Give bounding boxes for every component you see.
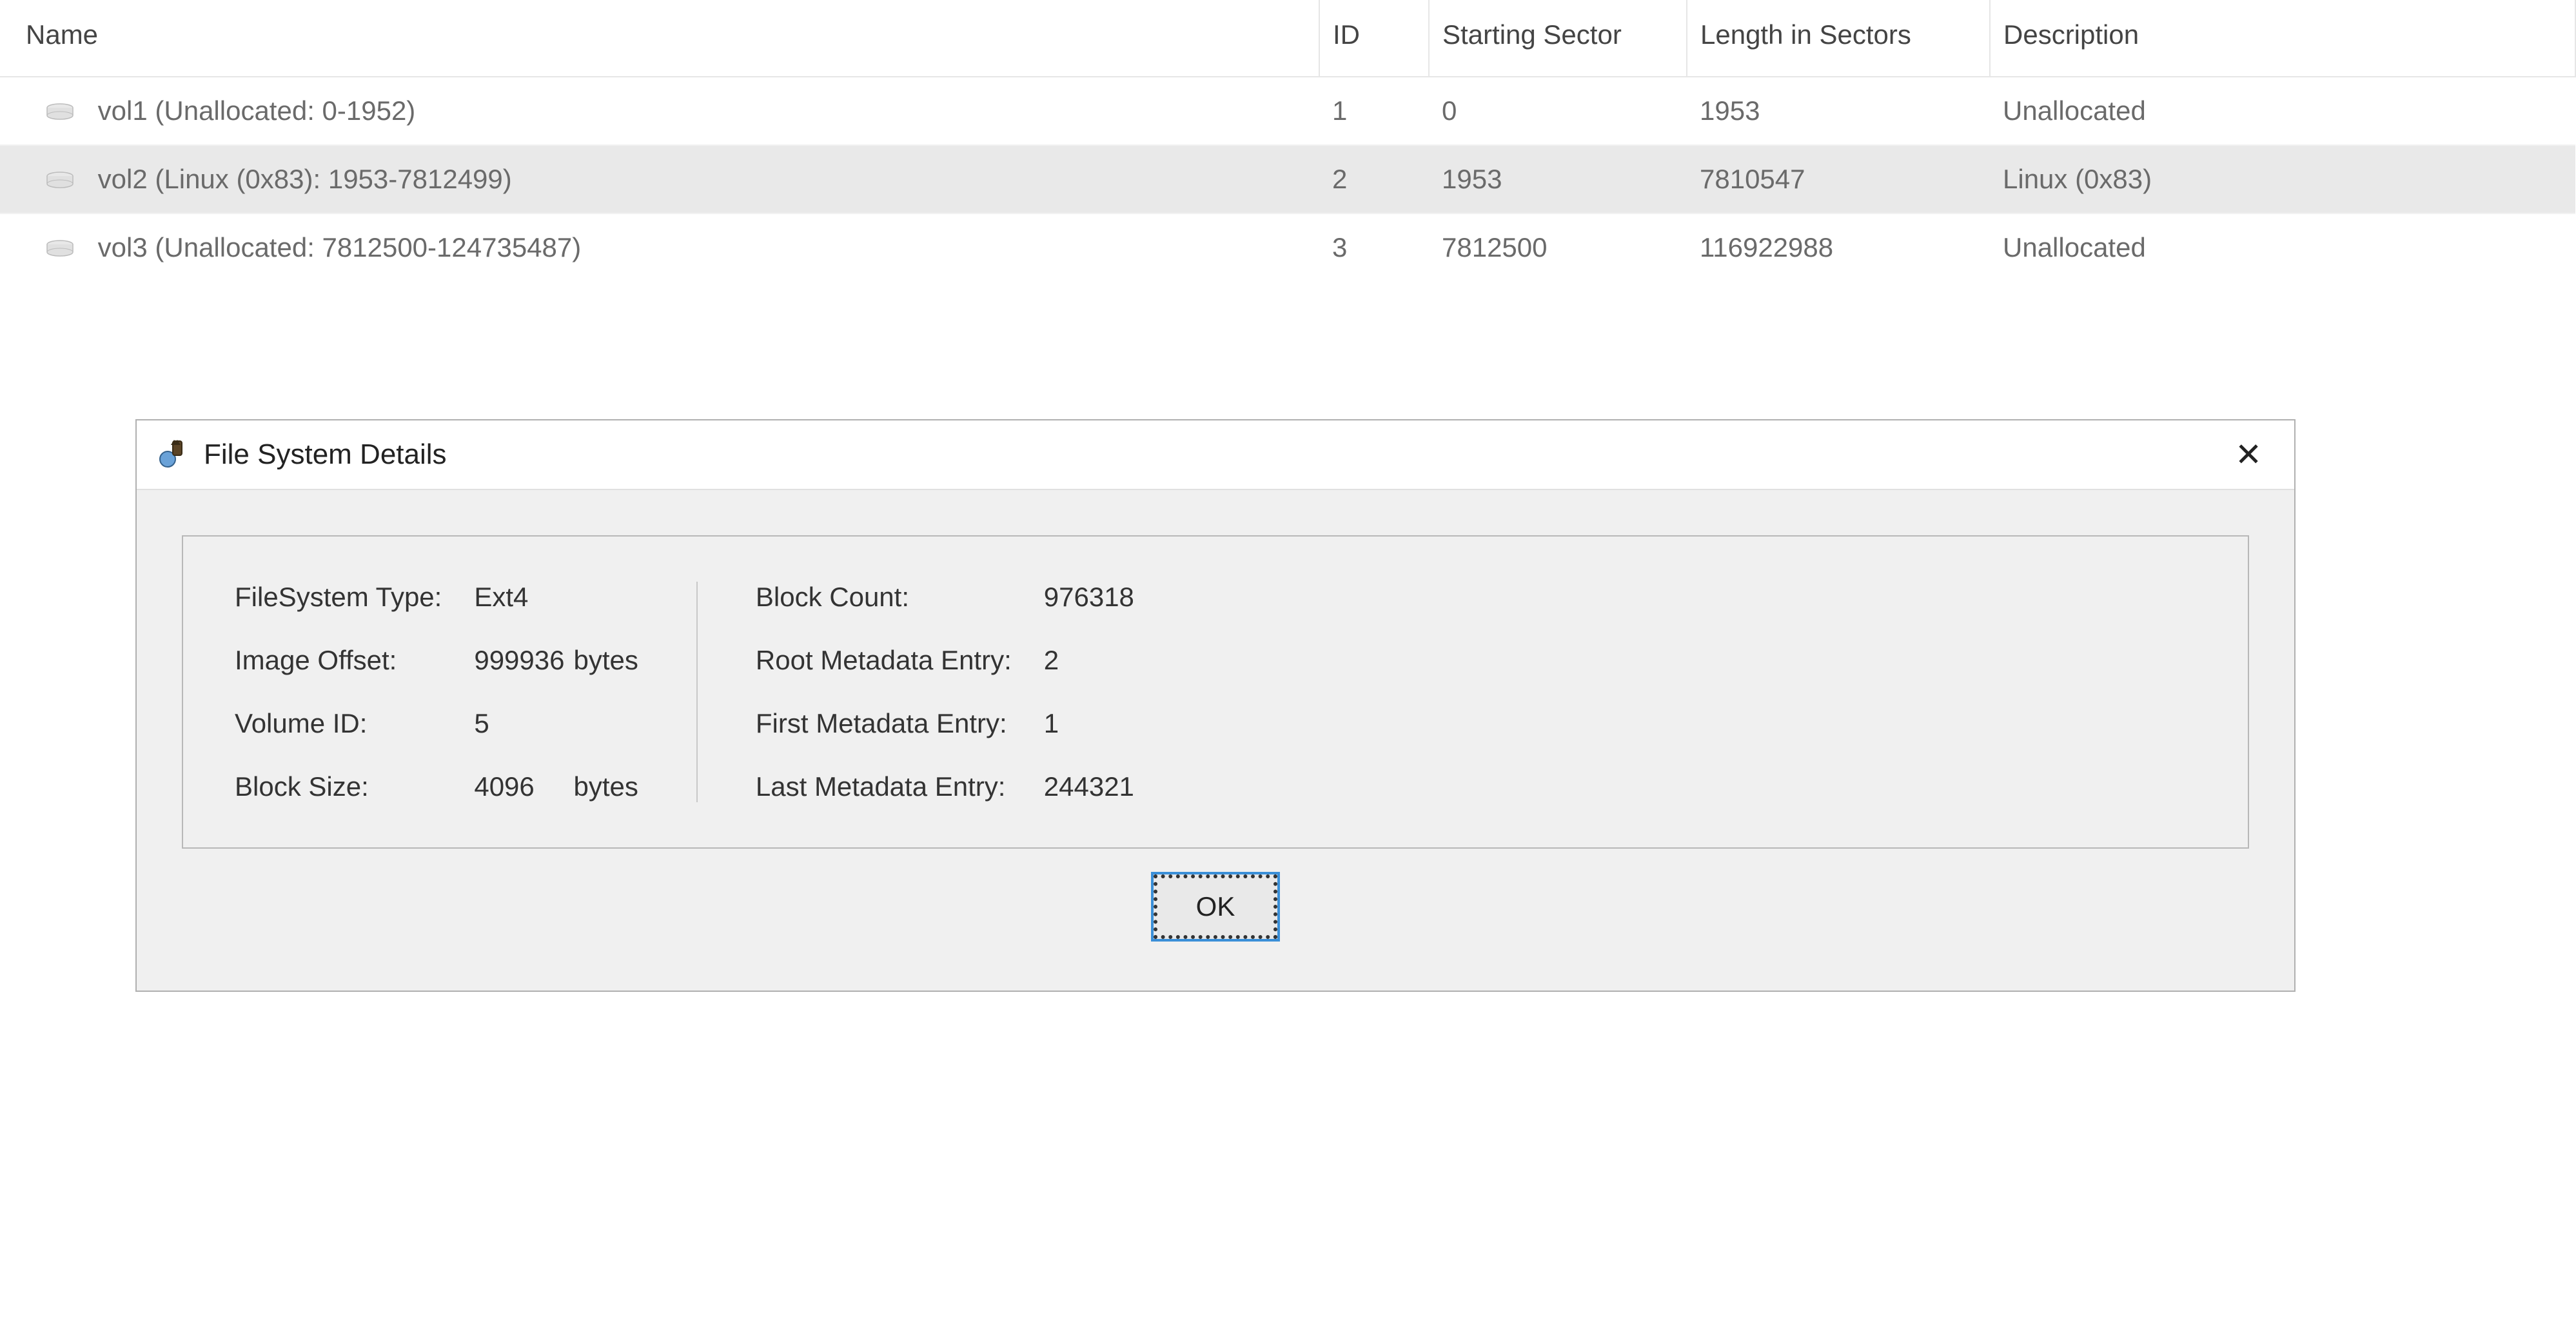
disk-icon bbox=[45, 171, 75, 192]
cell-start: 1953 bbox=[1429, 145, 1687, 213]
detail-label: Volume ID: bbox=[235, 708, 474, 739]
cell-length: 1953 bbox=[1687, 77, 1990, 145]
detail-label: Block Size: bbox=[235, 771, 474, 802]
dialog-body: FileSystem Type:Ext4Image Offset:999936b… bbox=[137, 490, 2294, 991]
col-header-start[interactable]: Starting Sector bbox=[1429, 0, 1687, 77]
cell-id: 3 bbox=[1319, 213, 1429, 281]
volume-name: vol1 (Unallocated: 0-1952) bbox=[98, 95, 416, 126]
table-row[interactable]: vol3 (Unallocated: 7812500-124735487) 378… bbox=[0, 213, 2575, 281]
dialog-titlebar[interactable]: File System Details ✕ bbox=[137, 420, 2294, 490]
cell-name: vol3 (Unallocated: 7812500-124735487) bbox=[0, 213, 1319, 281]
col-header-name[interactable]: Name bbox=[0, 0, 1319, 77]
detail-unit: bytes bbox=[574, 645, 638, 676]
volume-name: vol2 (Linux (0x83): 1953-7812499) bbox=[98, 164, 512, 194]
file-system-details-dialog: File System Details ✕ FileSystem Type:Ex… bbox=[135, 419, 2296, 992]
cell-length: 116922988 bbox=[1687, 213, 1990, 281]
table-header-row: Name ID Starting Sector Length in Sector… bbox=[0, 0, 2575, 77]
detail-label: Block Count: bbox=[756, 582, 1044, 613]
detail-label: Last Metadata Entry: bbox=[756, 771, 1044, 802]
detail-value: Ext4 bbox=[474, 582, 573, 613]
detail-value: 1 bbox=[1044, 708, 1143, 739]
table-row[interactable]: vol1 (Unallocated: 0-1952) 101953Unalloca… bbox=[0, 77, 2575, 145]
detail-label: Image Offset: bbox=[235, 645, 474, 676]
volume-table[interactable]: Name ID Starting Sector Length in Sector… bbox=[0, 0, 2576, 281]
col-header-desc[interactable]: Description bbox=[1990, 0, 2575, 77]
detail-value: 4096 bbox=[474, 771, 573, 802]
disk-icon bbox=[45, 103, 75, 123]
cell-length: 7810547 bbox=[1687, 145, 1990, 213]
detail-value: 244321 bbox=[1044, 771, 1143, 802]
cell-id: 2 bbox=[1319, 145, 1429, 213]
details-right-column: Block Count:976318 Root Metadata Entry:2 F… bbox=[756, 582, 1143, 802]
col-header-length[interactable]: Length in Sectors bbox=[1687, 0, 1990, 77]
close-icon[interactable]: ✕ bbox=[2222, 432, 2275, 477]
cell-desc: Linux (0x83) bbox=[1990, 145, 2575, 213]
cell-desc: Unallocated bbox=[1990, 213, 2575, 281]
detail-value: 976318 bbox=[1044, 582, 1143, 613]
col-header-id[interactable]: ID bbox=[1319, 0, 1429, 77]
dialog-title: File System Details bbox=[204, 439, 2222, 471]
app-icon bbox=[156, 439, 188, 471]
detail-unit: bytes bbox=[574, 771, 638, 802]
detail-value: 2 bbox=[1044, 645, 1143, 676]
ok-button[interactable]: OK bbox=[1154, 874, 1278, 939]
cell-name: vol2 (Linux (0x83): 1953-7812499) bbox=[0, 145, 1319, 213]
detail-unit bbox=[574, 582, 638, 613]
detail-unit bbox=[574, 708, 638, 739]
detail-label: Root Metadata Entry: bbox=[756, 645, 1044, 676]
detail-value: 999936 bbox=[474, 645, 573, 676]
details-left-column: FileSystem Type:Ext4Image Offset:999936b… bbox=[235, 582, 698, 802]
volume-name: vol3 (Unallocated: 7812500-124735487) bbox=[98, 232, 582, 262]
cell-desc: Unallocated bbox=[1990, 77, 2575, 145]
cell-name: vol1 (Unallocated: 0-1952) bbox=[0, 77, 1319, 145]
detail-label: First Metadata Entry: bbox=[756, 708, 1044, 739]
disk-icon bbox=[45, 239, 75, 260]
cell-id: 1 bbox=[1319, 77, 1429, 145]
cell-start: 7812500 bbox=[1429, 213, 1687, 281]
cell-start: 0 bbox=[1429, 77, 1687, 145]
table-row[interactable]: vol2 (Linux (0x83): 1953-7812499) 2195378… bbox=[0, 145, 2575, 213]
details-frame: FileSystem Type:Ext4Image Offset:999936b… bbox=[182, 535, 2249, 849]
detail-value: 5 bbox=[474, 708, 573, 739]
detail-label: FileSystem Type: bbox=[235, 582, 474, 613]
